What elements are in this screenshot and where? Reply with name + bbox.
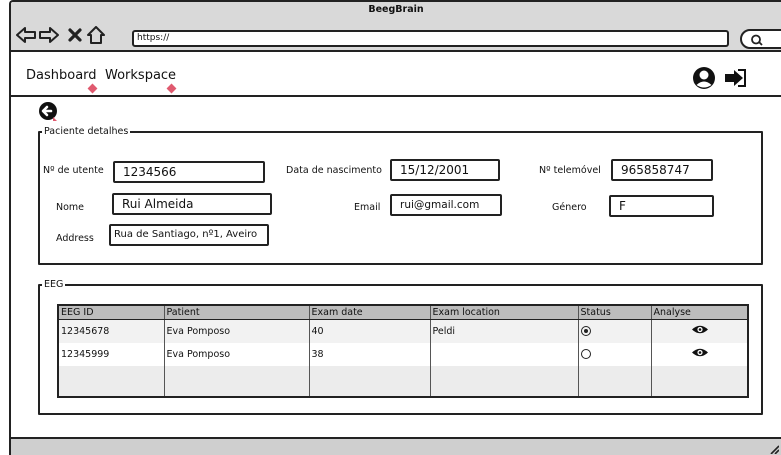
email-field[interactable]: rui@gmail.com (390, 194, 502, 216)
empty-cell (163, 366, 310, 397)
empty-cell (650, 366, 749, 397)
close-x-icon[interactable] (64, 24, 86, 46)
url-bar[interactable]: https:// (132, 30, 729, 47)
cell-analyse (650, 319, 749, 343)
name-label: Nome (56, 202, 85, 213)
col-header-exam-location[interactable]: Exam location (429, 304, 579, 320)
cell-eeg-id: 12345999 (57, 342, 165, 367)
workspace-pointer-marker (166, 83, 177, 94)
browser-window: BeegBrain https:// Dashboard Workspace P… (9, 0, 781, 455)
address-field[interactable]: Rua de Santiago, nº1, Aveiro (109, 224, 269, 246)
window-title: BeegBrain (368, 4, 424, 15)
back-circle-icon[interactable] (38, 101, 60, 127)
utente-label: Nº de utente (43, 165, 104, 176)
nav-workspace-link[interactable]: Workspace (105, 68, 176, 83)
table-row[interactable]: 12345999 Eva Pomposo 38 (57, 342, 749, 367)
patient-details-legend: Paciente detalhes (44, 126, 129, 137)
eye-icon[interactable] (691, 347, 709, 358)
forward-arrow-icon[interactable] (38, 24, 60, 46)
eeg-table: EEG ID Patient Exam date Exam location S… (57, 304, 749, 398)
browser-toolbar: BeegBrain https:// (11, 2, 781, 52)
cell-analyse (650, 342, 749, 367)
cell-exam-location: Peldi (429, 319, 579, 343)
nav-dashboard-link[interactable]: Dashboard (26, 68, 97, 83)
email-label: Email (354, 202, 381, 213)
status-radio-unselected[interactable] (580, 349, 591, 360)
eeg-table-header: EEG ID Patient Exam date Exam location S… (57, 304, 749, 320)
search-icon (751, 34, 763, 46)
address-label: Address (56, 233, 94, 244)
table-row-empty (57, 366, 749, 397)
url-text: https:// (137, 33, 170, 43)
status-bar (11, 437, 781, 455)
empty-cell (57, 366, 165, 397)
phone-field[interactable]: 965858747 (611, 159, 713, 181)
resize-grip-icon[interactable] (769, 444, 779, 454)
utente-field[interactable]: 1234566 (113, 161, 265, 183)
cell-status (577, 342, 652, 367)
empty-cell (308, 366, 431, 397)
dashboard-pointer-marker (87, 83, 98, 94)
browser-search-box[interactable] (740, 29, 781, 49)
cell-eeg-id: 12345678 (57, 319, 165, 343)
gender-label: Género (552, 202, 587, 213)
home-icon[interactable] (85, 24, 107, 46)
gender-field[interactable]: F (609, 195, 714, 217)
col-header-analyse[interactable]: Analyse (650, 304, 749, 320)
col-header-patient[interactable]: Patient (163, 304, 310, 320)
col-header-exam-date[interactable]: Exam date (308, 304, 431, 320)
cell-status (577, 319, 652, 343)
cell-exam-location (429, 342, 579, 367)
status-radio-selected[interactable] (580, 326, 591, 337)
app-navbar: Dashboard Workspace (11, 54, 781, 97)
back-arrow-icon[interactable] (15, 24, 37, 46)
col-header-eeg-id[interactable]: EEG ID (57, 304, 165, 320)
birth-date-field[interactable]: 15/12/2001 (390, 159, 500, 181)
cell-patient: Eva Pomposo (163, 342, 310, 367)
empty-cell (577, 366, 652, 397)
logout-icon[interactable] (724, 68, 746, 92)
eeg-legend: EEG (44, 279, 64, 290)
phone-label: Nº telemóvel (539, 165, 601, 176)
table-row[interactable]: 12345678 Eva Pomposo 40 Peldi (57, 319, 749, 343)
cell-patient: Eva Pomposo (163, 319, 310, 343)
birth-date-label: Data de nascimento (286, 165, 382, 176)
eye-icon[interactable] (691, 324, 709, 335)
user-icon[interactable] (692, 66, 716, 94)
cell-exam-date: 38 (308, 342, 431, 367)
col-header-status[interactable]: Status (577, 304, 652, 320)
empty-cell (429, 366, 579, 397)
name-field[interactable]: Rui Almeida (112, 193, 272, 215)
cell-exam-date: 40 (308, 319, 431, 343)
